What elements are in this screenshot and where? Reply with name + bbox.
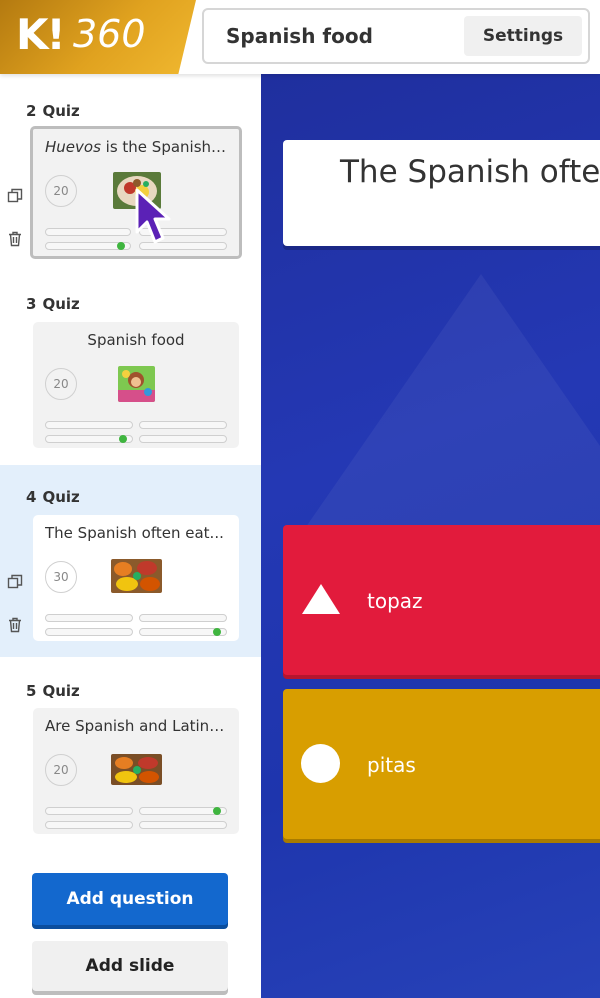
add-question-button[interactable]: Add question (32, 873, 228, 925)
delete-icon[interactable] (6, 616, 24, 634)
answer-placeholder (45, 435, 133, 443)
slide-card[interactable]: Spanish food 20 (33, 322, 239, 448)
timer-badge: 20 (45, 368, 77, 400)
slide-card[interactable]: Are Spanish and Latin food the same? 20 (33, 708, 239, 834)
logo-360-text: 360 (73, 12, 146, 56)
tapas-spread-thumbnail (111, 559, 162, 593)
delete-icon[interactable] (6, 230, 24, 248)
circle-icon (301, 744, 340, 783)
answer-placeholder (139, 421, 227, 429)
slide-card[interactable]: The Spanish often eat... 30 (33, 515, 239, 641)
slide-header: 2 Quiz (26, 102, 80, 120)
add-slide-button[interactable]: Add slide (32, 941, 228, 991)
slide-number: 5 (26, 682, 37, 700)
kahoot-title: Spanish food (226, 24, 373, 48)
slide-sidebar: 2Quiz Huevos is the Spanish word for... … (0, 74, 261, 998)
background-decoration (301, 274, 600, 534)
answer-placeholder (139, 435, 227, 443)
duplicate-icon[interactable] (6, 187, 24, 205)
question-field[interactable]: The Spanish often eat... (283, 140, 600, 246)
correct-answer-dot (213, 628, 221, 636)
timer-badge: 20 (45, 754, 77, 786)
answer-placeholder (139, 821, 227, 829)
answer-placeholder (139, 628, 227, 636)
slide-type: Quiz (42, 295, 80, 313)
answer-placeholder (45, 614, 133, 622)
slide-header: 4 Quiz (26, 488, 80, 506)
slide-question: The Spanish often eat... (45, 524, 224, 542)
correct-answer-dot (213, 807, 221, 815)
answer-placeholder (45, 421, 133, 429)
answer-placeholder (139, 807, 227, 815)
slide-item-5[interactable]: 5 Quiz Are Spanish and Latin food the sam… (0, 659, 261, 851)
triangle-icon (302, 584, 340, 614)
answer-text: topaz (367, 589, 423, 613)
kahoot-360-logo[interactable]: K! 360 (0, 0, 196, 74)
answer-placeholder (139, 614, 227, 622)
tapas-spread-thumbnail (111, 754, 162, 785)
slide-header: 5 Quiz (26, 682, 80, 700)
slide-header: 3 Quiz (26, 295, 80, 313)
slide-type: Quiz (42, 102, 80, 120)
answer-placeholder (45, 242, 131, 250)
editor-canvas: The Spanish often eat... topaz pitas (261, 74, 600, 998)
answer-placeholder (45, 628, 133, 636)
question-text: The Spanish often eat... (340, 154, 600, 190)
duplicate-icon[interactable] (6, 573, 24, 591)
slide-item-3[interactable]: 3 Quiz Spanish food 20 (0, 267, 261, 459)
answer-option-1[interactable]: topaz (283, 525, 600, 675)
slide-question: Huevos is the Spanish word for... (45, 138, 227, 156)
answer-placeholder (45, 228, 131, 236)
top-header: K! 360 Spanish food Settings (0, 0, 600, 74)
dora-cartoon-thumbnail (118, 366, 155, 402)
correct-answer-dot (119, 435, 127, 443)
answer-text: pitas (367, 753, 416, 777)
slide-type: Quiz (42, 682, 80, 700)
correct-answer-dot (117, 242, 125, 250)
slide-type: Quiz (42, 488, 80, 506)
kahoot-title-field[interactable]: Spanish food Settings (202, 8, 590, 64)
answer-option-2[interactable]: pitas (283, 689, 600, 839)
slide-number: 2 (26, 102, 37, 120)
timer-badge: 30 (45, 561, 77, 593)
slide-question: Are Spanish and Latin food the same? (45, 717, 227, 735)
slide-item-2[interactable]: 2Quiz Huevos is the Spanish word for... … (0, 74, 261, 266)
slide-question: Spanish food (87, 331, 185, 349)
slide-item-4[interactable]: 4 Quiz The Spanish often eat... 30 (0, 465, 261, 657)
timer-badge: 20 (45, 175, 77, 207)
logo-k-text: K! (16, 10, 66, 59)
slide-number: 3 (26, 295, 37, 313)
settings-button[interactable]: Settings (464, 16, 582, 56)
answer-placeholder (45, 821, 133, 829)
mouse-pointer-icon (135, 188, 171, 244)
answer-placeholder (45, 807, 133, 815)
slide-number: 4 (26, 488, 37, 506)
